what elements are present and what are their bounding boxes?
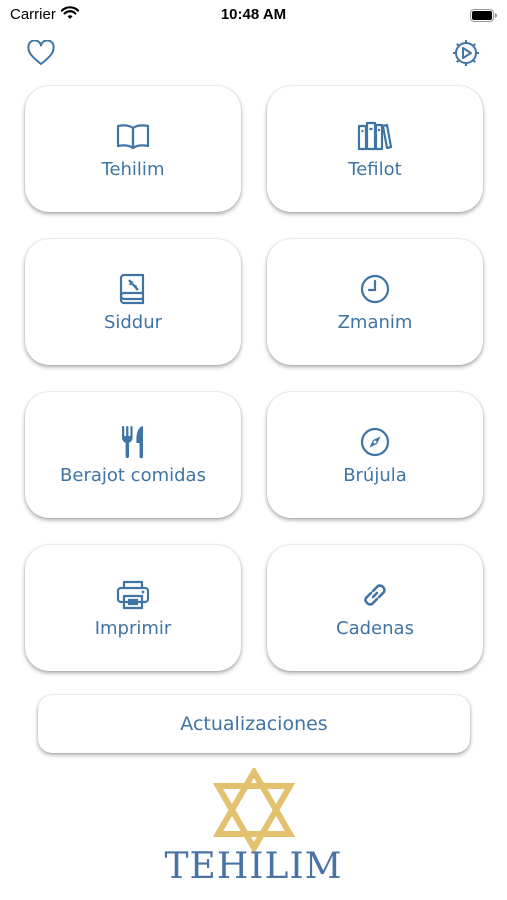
berajot-comidas-button[interactable]: Berajot comidas — [25, 392, 241, 518]
heart-icon[interactable] — [26, 38, 56, 68]
book-open-icon — [116, 119, 150, 153]
star-of-david-icon — [212, 768, 296, 852]
siddur-button[interactable]: Siddur — [25, 239, 241, 365]
tile-label: Siddur — [103, 311, 163, 333]
fork-knife-icon — [120, 425, 146, 459]
siddur-book-icon — [119, 272, 147, 306]
tile-label: Tehilim — [101, 158, 165, 180]
tefilot-button[interactable]: Tefilot — [267, 86, 483, 212]
menu-grid: Tehilim Tefilot Siddur Zmanim Berajot co… — [25, 86, 483, 671]
status-time: 10:48 AM — [220, 6, 287, 23]
tile-label: Imprimir — [94, 617, 172, 639]
cadenas-button[interactable]: Cadenas — [267, 545, 483, 671]
books-icon — [357, 119, 393, 153]
battery-icon — [470, 7, 498, 26]
tile-label: Tefilot — [348, 158, 402, 180]
tile-label: Berajot comidas — [60, 464, 206, 486]
tile-label: Zmanim — [337, 311, 413, 333]
clock-icon — [359, 272, 391, 306]
actualizaciones-button[interactable]: Actualizaciones — [38, 695, 470, 753]
compass-icon — [359, 425, 391, 459]
logo-text: TEHILIM — [164, 846, 343, 887]
tile-label: Brújula — [343, 464, 407, 486]
link-icon — [359, 578, 391, 612]
zmanim-button[interactable]: Zmanim — [267, 239, 483, 365]
brujula-button[interactable]: Brújula — [267, 392, 483, 518]
tehilim-button[interactable]: Tehilim — [25, 86, 241, 212]
gear-icon[interactable] — [451, 38, 481, 68]
imprimir-button[interactable]: Imprimir — [25, 545, 241, 671]
status-bar: Carrier 10:48 AM — [0, 0, 507, 30]
tehilim-logo: TEHILIM — [0, 768, 507, 888]
printer-icon — [116, 578, 150, 612]
tile-label: Cadenas — [336, 617, 414, 639]
actualizaciones-label: Actualizaciones — [180, 713, 328, 735]
